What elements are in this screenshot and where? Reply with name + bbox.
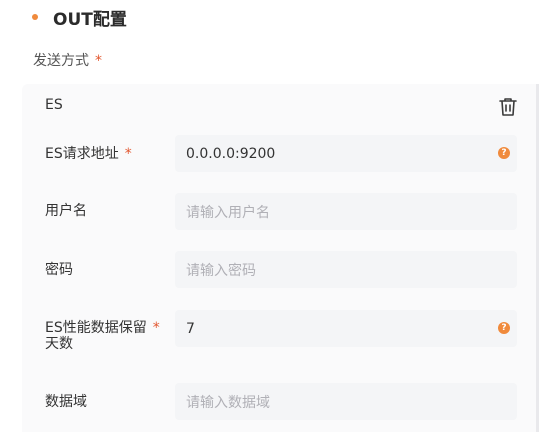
retention-days-label-line2: 天数 bbox=[45, 336, 73, 352]
data-domain-label: 数据域 bbox=[45, 394, 87, 410]
required-star: * bbox=[124, 146, 132, 162]
retention-days-label-text: ES性能数据保留 bbox=[45, 320, 147, 336]
es-address-label-text: ES请求地址 bbox=[45, 146, 119, 162]
required-star: * bbox=[95, 53, 102, 69]
retention-days-input[interactable]: 7 ? bbox=[175, 310, 517, 347]
retention-days-label-line1: ES性能数据保留 * bbox=[45, 320, 160, 336]
help-icon[interactable]: ? bbox=[498, 147, 510, 159]
trash-icon[interactable] bbox=[499, 97, 517, 117]
es-address-value: 0.0.0.0:9200 bbox=[186, 145, 276, 162]
password-label-text: 密码 bbox=[45, 262, 73, 278]
data-domain-input[interactable]: 请输入数据域 bbox=[175, 383, 517, 420]
data-domain-label-text: 数据域 bbox=[45, 394, 87, 410]
section-header: OUT配置 bbox=[32, 5, 127, 30]
username-label: 用户名 bbox=[45, 203, 87, 219]
retention-days-label: ES性能数据保留 * 天数 bbox=[45, 320, 160, 352]
required-star: * bbox=[152, 320, 160, 336]
username-placeholder: 请输入用户名 bbox=[186, 204, 270, 221]
output-card-title: ES bbox=[45, 97, 63, 113]
data-domain-placeholder: 请输入数据域 bbox=[186, 394, 270, 411]
retention-days-value: 7 bbox=[186, 320, 195, 337]
es-address-input[interactable]: 0.0.0.0:9200 ? bbox=[175, 135, 517, 172]
section-bullet-icon bbox=[32, 14, 38, 20]
password-label: 密码 bbox=[45, 262, 73, 278]
es-address-label: ES请求地址 * bbox=[45, 146, 132, 162]
password-placeholder: 请输入密码 bbox=[186, 262, 256, 279]
send-method-label: 发送方式 * bbox=[33, 50, 102, 70]
section-title: OUT配置 bbox=[53, 9, 127, 30]
password-input[interactable]: 请输入密码 bbox=[175, 251, 517, 288]
out-config-page: OUT配置 发送方式 * ES ES请求地址 * 0.0.0.0:9200 ? 用户… bbox=[0, 0, 539, 432]
username-label-text: 用户名 bbox=[45, 203, 87, 219]
username-input[interactable]: 请输入用户名 bbox=[175, 193, 517, 230]
help-icon[interactable]: ? bbox=[498, 322, 510, 334]
send-method-label-text: 发送方式 bbox=[33, 53, 89, 69]
